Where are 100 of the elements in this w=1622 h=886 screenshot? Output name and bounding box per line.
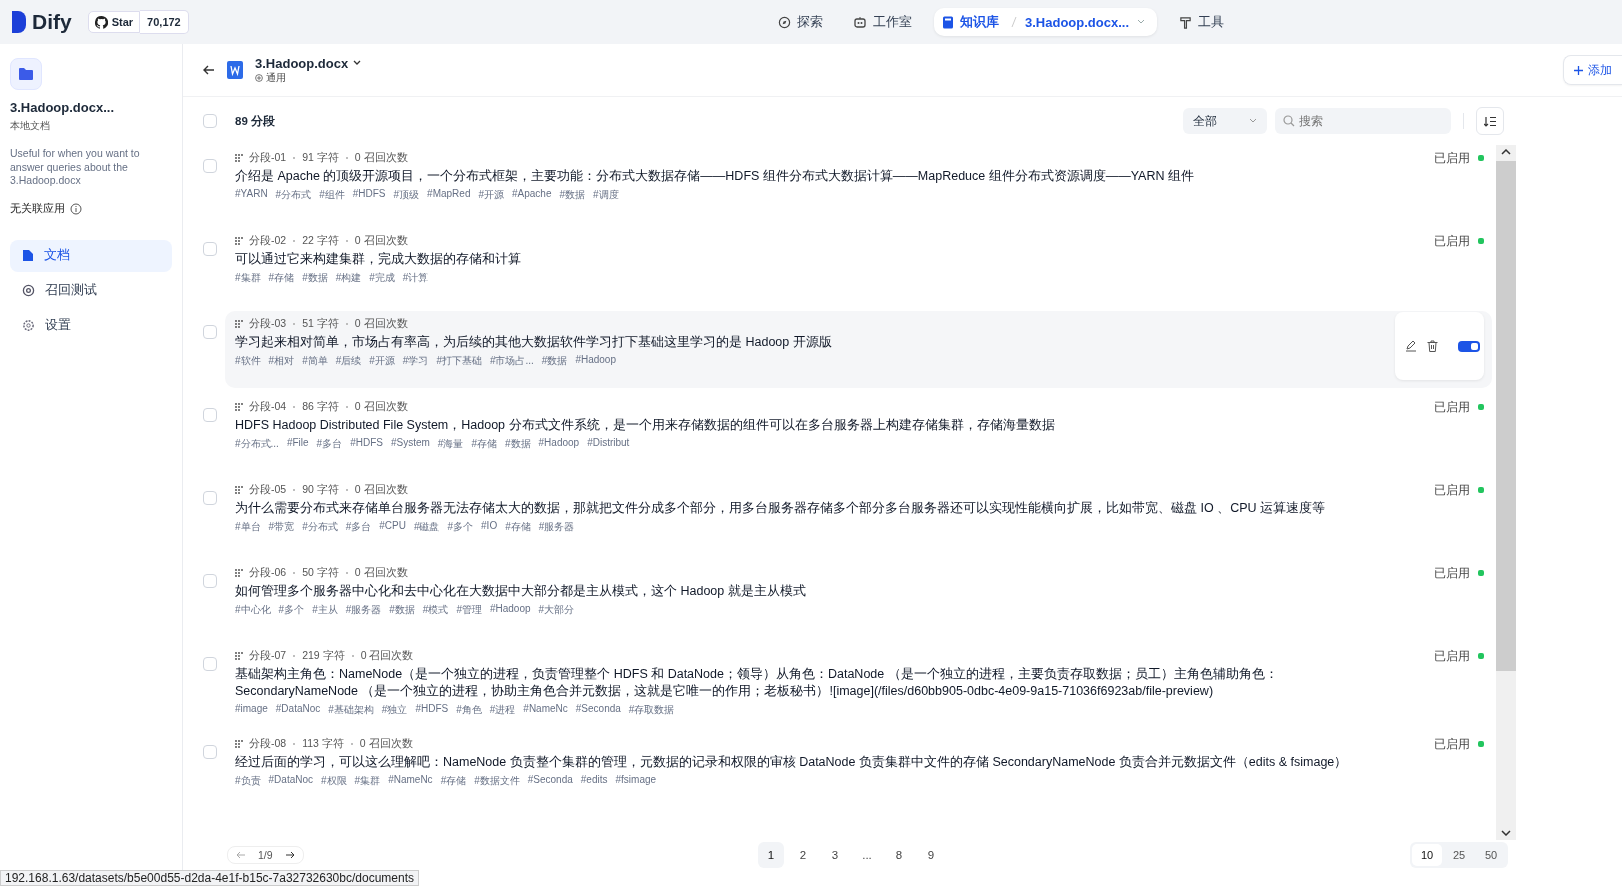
github-star-button[interactable]: Star — [87, 11, 141, 33]
page-button[interactable]: 9 — [918, 842, 944, 868]
arrow-left-icon[interactable] — [236, 851, 246, 859]
chevron-down-icon[interactable] — [353, 60, 362, 66]
keyword-tag: #后续 — [335, 354, 362, 368]
segment-id: 分段-08 — [249, 737, 287, 751]
nav-tab[interactable]: 知识库 — [938, 8, 1003, 36]
hit-count: 0 召回次数 — [354, 400, 408, 414]
segment-id: 分段-04 — [249, 400, 287, 414]
segment-id: 分段-01 — [249, 151, 287, 165]
compass-icon — [778, 15, 791, 29]
page-button[interactable]: 8 — [886, 842, 912, 868]
segment-text: 为什么需要分布式来存储单台服务器无法存储太大的数据，那就把文件分成多个部分，用多台服务器存储多个部分多台服务器还可以实现性能横向扩展，比如带宽、磁盘 IO 、CPU 运算速度等 — [235, 500, 1326, 517]
drag-dots-icon — [235, 486, 244, 494]
status-label: 已启用 — [1434, 232, 1470, 250]
keyword-tag: #单台 — [235, 520, 261, 534]
char-count: 51 字符 — [302, 317, 339, 331]
keyword-tag: #多台 — [316, 437, 343, 451]
keyword-tag: #edits — [580, 774, 608, 788]
page-button[interactable]: 2 — [790, 842, 816, 868]
page-button[interactable]: ... — [854, 842, 880, 868]
keyword-tag: #数据 — [302, 271, 328, 285]
segment-id: 分段-06 — [249, 566, 287, 580]
row-checkbox[interactable] — [203, 159, 217, 173]
dataset-crumb[interactable]: 3.Hadoop.docx... — [1025, 14, 1129, 30]
keyword-tag: #NameNc — [523, 703, 568, 717]
select-all-checkbox[interactable] — [203, 114, 217, 128]
keyword-tag: #多台 — [345, 520, 372, 534]
keyword-tag: #DataNoc — [268, 774, 314, 788]
char-count: 50 字符 — [302, 566, 339, 580]
row-checkbox[interactable] — [203, 574, 217, 588]
hit-count: 0 召回次数 — [354, 317, 408, 331]
keyword-tag: #权限 — [321, 774, 347, 788]
page-size-option[interactable]: 25 — [1444, 844, 1474, 866]
char-count: 219 字符 — [302, 649, 345, 663]
keyword-tag: #Hadoop — [489, 603, 531, 617]
char-count: 22 字符 — [302, 234, 339, 248]
sidebar-item[interactable]: 文档 — [10, 239, 172, 272]
status-url: 192.168.1.63/datasets/b5e00d55-d2da-4e1f-b15c-7a32732630bc/documents — [0, 870, 419, 886]
keyword-tag: #System — [390, 437, 430, 451]
keyword-tag: #Hadoop — [575, 354, 616, 368]
search-icon — [1283, 115, 1295, 127]
hit-count: 0 召回次数 — [354, 483, 408, 497]
keyword-tag: #Seconda — [575, 703, 621, 717]
keyword-tag: #数据 — [559, 188, 586, 202]
list-view-button[interactable] — [1476, 107, 1504, 135]
nav-tab[interactable]: 工具 — [1171, 8, 1232, 36]
segment-text: 基础架构主角色：NameNode（是一个独立的进程，负责管理整个 HDFS 和 DataNode；领导）从角色：DataNode （是一个独立的进程，主要负责存取数据；员工）主角色辅助角色：SecondaryNameNode （是一个独立的进程，协助主角色合并元数据，这就是它唯一的作用；老板秘书）![image](/files/d60bb905-0dbc-4e09-9a15-71036f6923ab/file-preview) — [235, 666, 1279, 700]
sidebar-item[interactable]: 召回测试 — [10, 274, 172, 307]
document-mode: 通用 — [266, 71, 286, 85]
plus-circle-icon — [255, 73, 263, 82]
sidebar-item[interactable]: 设置 — [10, 309, 172, 342]
char-count: 90 字符 — [302, 483, 339, 497]
page-button[interactable]: 3 — [822, 842, 848, 868]
keyword-tag: #存储 — [440, 774, 467, 788]
chevron-down-icon[interactable] — [1501, 830, 1511, 836]
page-size-option[interactable]: 10 — [1412, 844, 1442, 866]
nav-tab[interactable]: 探索 — [770, 8, 831, 36]
chevron-up-icon[interactable] — [1501, 149, 1511, 155]
keyword-tag: #CPU — [379, 520, 406, 534]
info-icon[interactable] — [70, 202, 82, 215]
folder-icon — [10, 58, 42, 90]
page-button[interactable]: 1 — [758, 842, 784, 868]
keyword-tag: #存储 — [268, 271, 295, 285]
dataset-type: 本地文档 — [10, 119, 51, 133]
search-field[interactable]: 搜索 — [1275, 108, 1451, 134]
keyword-tag: #简单 — [302, 354, 328, 368]
status-filter[interactable]: 全部 — [1183, 108, 1267, 134]
trash-icon[interactable] — [1427, 340, 1438, 352]
keyword-tag: #顶级 — [393, 188, 420, 202]
keyword-tag: #负责 — [235, 774, 261, 788]
keyword-tag: #带宽 — [268, 520, 295, 534]
keyword-tag: #进程 — [489, 703, 516, 717]
back-arrow-icon[interactable] — [203, 65, 215, 75]
keyword-tag: #YARN — [235, 188, 268, 202]
keyword-tag: #Distribut — [587, 437, 630, 451]
arrow-right-icon[interactable] — [284, 851, 295, 859]
add-button[interactable]: 添加 — [1563, 55, 1622, 85]
keyword-tag: #fsimage — [615, 774, 657, 788]
target-icon — [22, 284, 35, 298]
nav-tab[interactable]: 工作室 — [845, 8, 920, 36]
keyword-tag: #学习 — [402, 354, 429, 368]
keyword-tag: #File — [286, 437, 309, 451]
keyword-tag: #中心化 — [235, 603, 271, 617]
char-count: 91 字符 — [302, 151, 339, 165]
edit-icon[interactable] — [1405, 340, 1417, 352]
row-checkbox[interactable] — [203, 408, 217, 422]
segment-text: 经过后面的学习，可以这么理解吧：NameNode 负责整个集群的管理，元数据的记录和权限的审核 DataNode 负责集群中文件的存储 SecondaryNameNode 负责合并元数据文件（edits & fsimage） — [235, 754, 1349, 771]
row-checkbox[interactable] — [203, 745, 217, 759]
enable-switch[interactable] — [1458, 340, 1480, 352]
page-size-option[interactable]: 50 — [1476, 844, 1506, 866]
row-checkbox[interactable] — [203, 242, 217, 256]
row-checkbox[interactable] — [203, 325, 217, 339]
segment-count: 89 分段 — [235, 113, 275, 129]
hit-count: 0 召回次数 — [354, 151, 408, 165]
row-checkbox[interactable] — [203, 491, 217, 505]
scrollbar[interactable] — [1496, 145, 1516, 840]
keyword-tag: #集群 — [354, 774, 381, 788]
row-checkbox[interactable] — [203, 657, 217, 671]
status-label: 已启用 — [1434, 647, 1470, 665]
